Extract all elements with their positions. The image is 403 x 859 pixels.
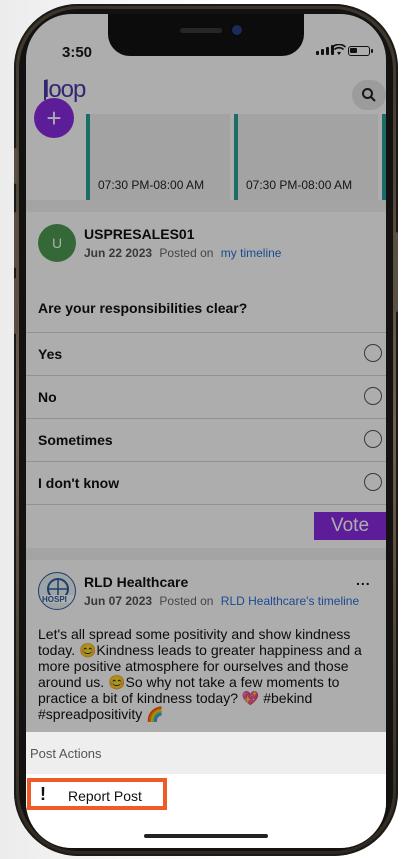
status-time: 3:50 bbox=[62, 44, 93, 61]
battery-tip bbox=[371, 49, 373, 53]
home-indicator[interactable] bbox=[144, 834, 268, 838]
power-button bbox=[394, 232, 398, 312]
mute-switch bbox=[14, 148, 18, 184]
notch bbox=[108, 14, 304, 56]
speaker-grille bbox=[180, 28, 222, 33]
volume-down-button bbox=[14, 278, 18, 334]
report-post-label: Report Post bbox=[68, 788, 142, 804]
volume-up-button bbox=[14, 212, 18, 268]
post-actions-sheet: Post Actions ! Report Post bbox=[26, 732, 386, 848]
report-post-item[interactable]: ! Report Post bbox=[26, 776, 386, 816]
modal-overlay[interactable] bbox=[26, 14, 386, 848]
sheet-header: Post Actions bbox=[26, 732, 386, 774]
exclamation-icon: ! bbox=[40, 784, 46, 804]
camera bbox=[232, 25, 242, 35]
screen: 3:50 loop 07:30 PM-08:00 AM 07:30 PM-08:… bbox=[26, 14, 386, 848]
wifi-icon bbox=[331, 43, 347, 59]
battery-icon bbox=[348, 46, 370, 56]
sheet-title: Post Actions bbox=[30, 746, 102, 761]
